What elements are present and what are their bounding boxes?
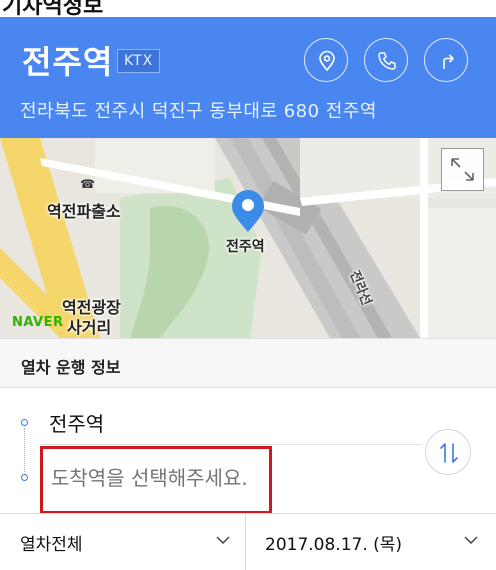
- route-connector: [24, 428, 25, 472]
- station-address: 전라북도 전주시 덕진구 동부대로 680 전주역: [20, 101, 377, 122]
- map-label-police: 역전파출소: [47, 202, 121, 221]
- departure-station[interactable]: 전주역: [49, 408, 104, 437]
- arrival-station-input[interactable]: [51, 466, 261, 490]
- date-value: 2017.08.17. (목): [265, 535, 403, 555]
- svg-text:☎: ☎: [80, 177, 95, 191]
- naver-logo: NAVER: [12, 315, 64, 330]
- train-type-value: 열차전체: [20, 535, 83, 555]
- date-select[interactable]: 2017.08.17. (목): [246, 514, 496, 570]
- call-button[interactable]: [364, 38, 408, 82]
- filter-bar: 열차전체 2017.08.17. (목): [0, 513, 496, 570]
- phone-icon: [378, 52, 396, 70]
- departure-dot-icon: [21, 419, 28, 426]
- swap-stations-button[interactable]: [425, 429, 471, 475]
- arrival-dot-icon: [21, 474, 28, 481]
- train-info-header: 열차 운행 정보: [0, 338, 496, 388]
- expand-map-button[interactable]: [441, 148, 484, 191]
- directions-icon: [443, 54, 454, 69]
- chevron-down-icon: [216, 536, 230, 545]
- station-title: 전주역: [22, 43, 114, 81]
- station-type-badge: KTX: [117, 49, 161, 73]
- location-pin-icon: [319, 50, 335, 72]
- expand-icon: [451, 158, 474, 181]
- station-header: 전주역 KTX 전라북도 전주시 덕진구 동부대로 680 전주역: [0, 17, 496, 138]
- swap-arrows-icon: [440, 443, 458, 463]
- map-label-station: 전주역: [226, 239, 265, 255]
- chevron-down-icon: [464, 536, 478, 545]
- location-button[interactable]: [304, 38, 348, 82]
- map-view[interactable]: ☎ 역전파출소 전주역 역전광장 사거리 전라선 NAVER: [0, 138, 496, 338]
- previous-screen-title: 기차역정보: [0, 0, 496, 17]
- map-label-crossroad: 사거리: [67, 318, 112, 337]
- section-title: 열차 운행 정보: [21, 358, 121, 377]
- route-divider: [40, 444, 422, 445]
- directions-button[interactable]: [424, 38, 468, 82]
- train-type-select[interactable]: 열차전체: [0, 514, 245, 570]
